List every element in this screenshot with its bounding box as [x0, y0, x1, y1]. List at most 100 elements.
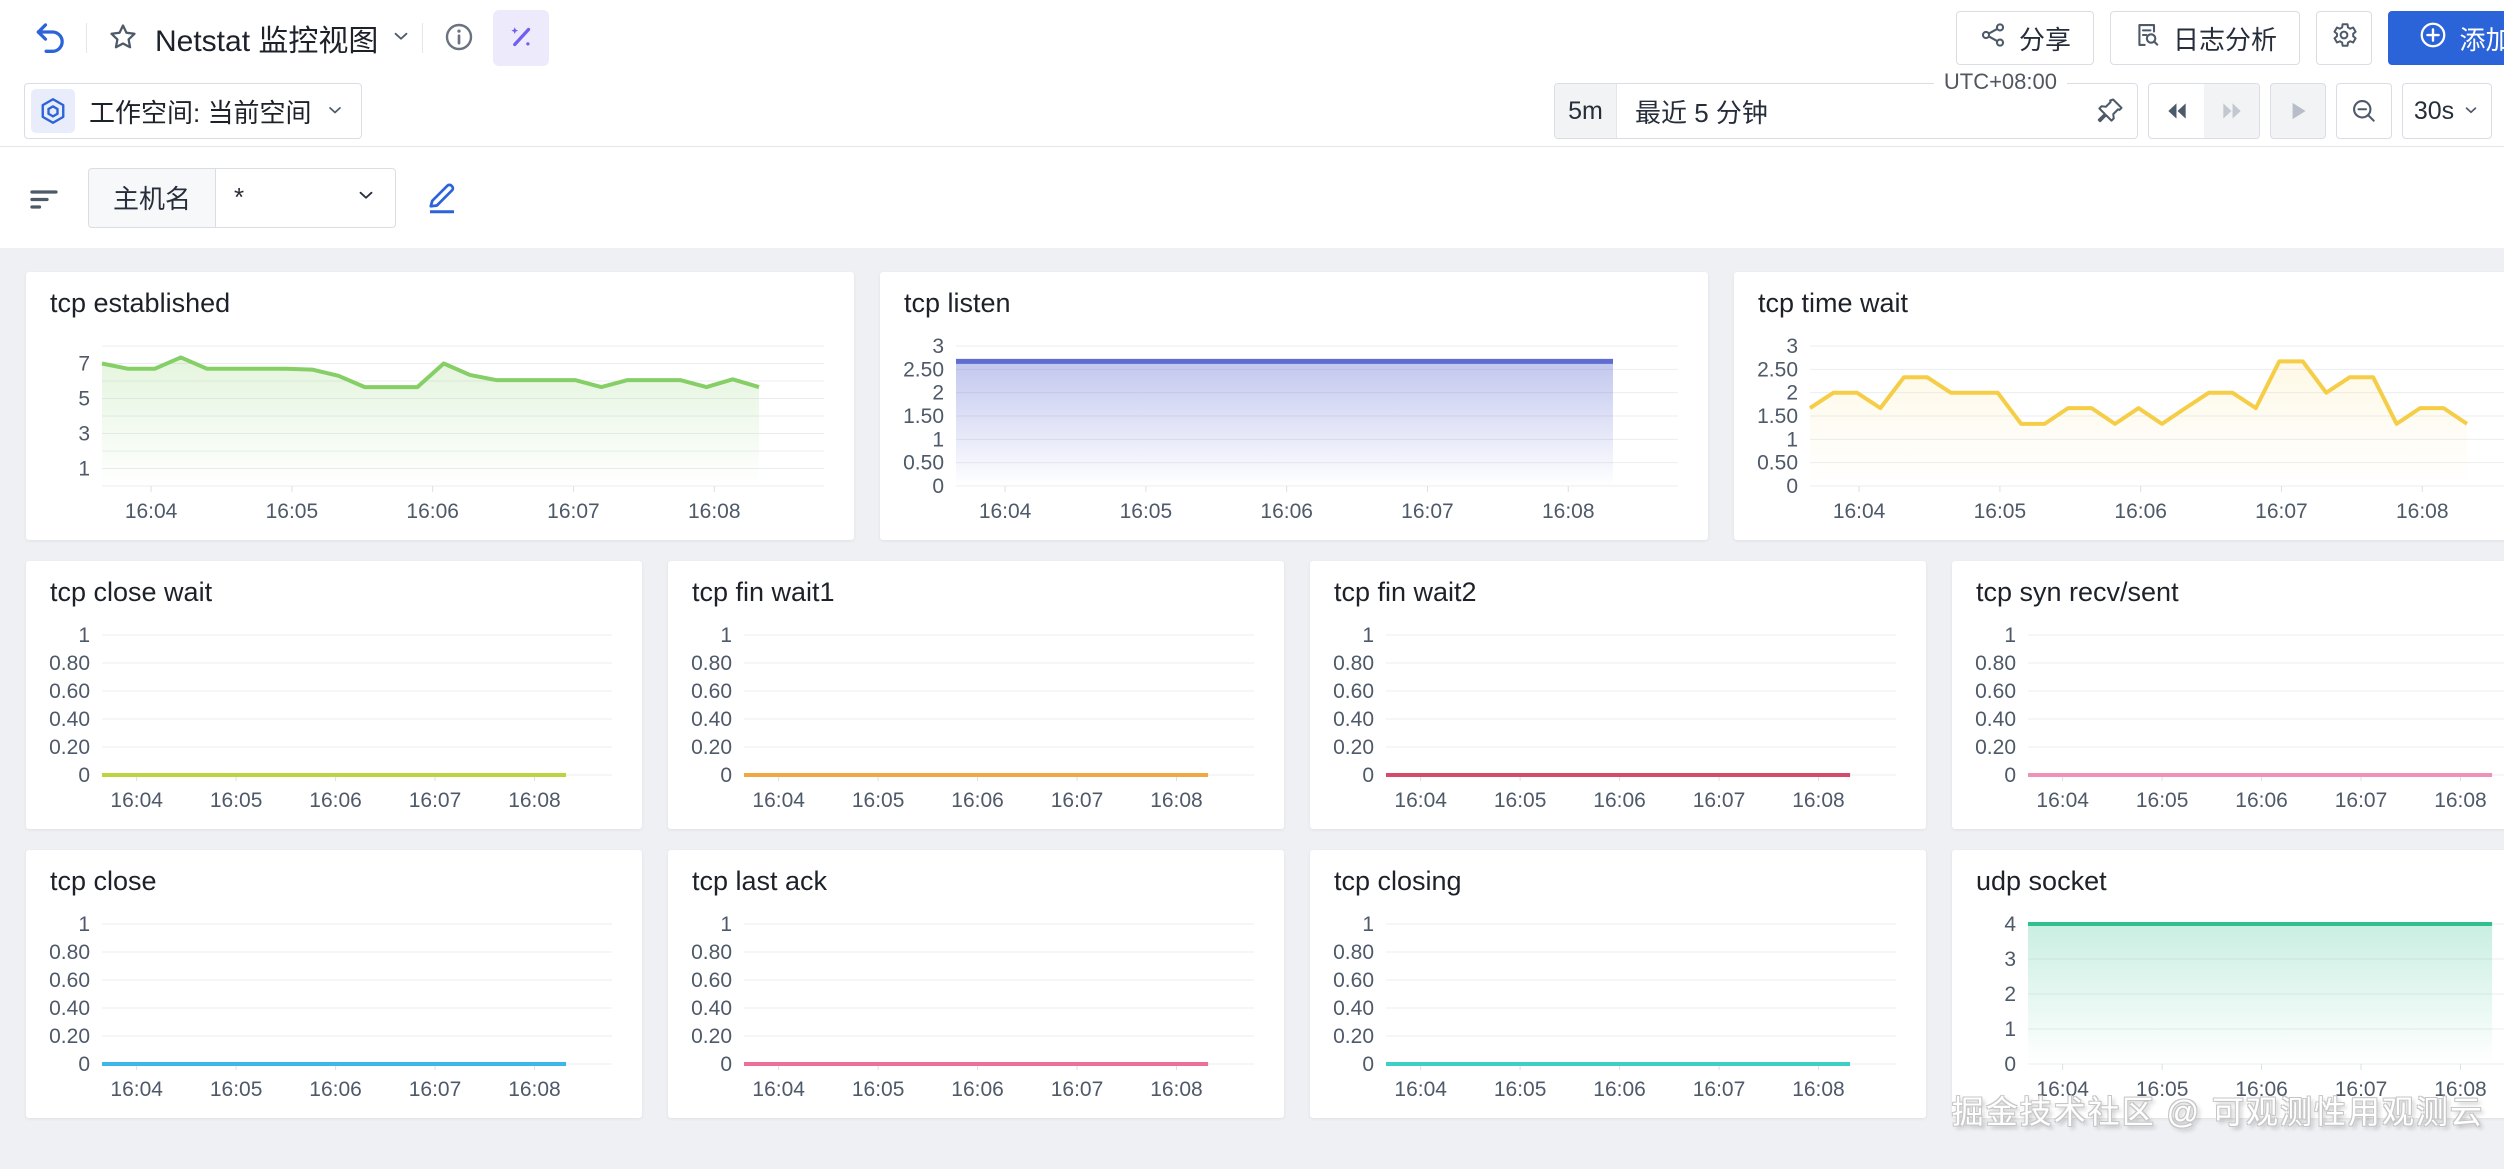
chart-card-udp-socket[interactable]: udp socket16:0416:0516:0616:0716:0843210: [1952, 850, 2504, 1118]
svg-text:16:07: 16:07: [1693, 789, 1746, 812]
info-button[interactable]: [433, 21, 485, 56]
svg-text:0.60: 0.60: [49, 969, 90, 992]
chart-card-tcp-fin-wait2[interactable]: tcp fin wait216:0416:0516:0616:0716:0810…: [1310, 561, 1926, 829]
chart-title: tcp established: [50, 288, 230, 319]
header-actions: 分享 日志分析 添加图表: [1956, 11, 2504, 65]
svg-text:0: 0: [2004, 1053, 2016, 1076]
svg-text:16:04: 16:04: [2036, 789, 2089, 812]
play-button[interactable]: [2270, 83, 2326, 139]
chevron-down-icon: [325, 96, 345, 127]
add-chart-button[interactable]: 添加图表: [2388, 11, 2504, 65]
info-icon: [443, 21, 475, 56]
time-range-badge: 5m: [1555, 84, 1617, 138]
chart-card-tcp-last-ack[interactable]: tcp last ack16:0416:0516:0616:0716:0810.…: [668, 850, 1284, 1118]
refresh-interval-select[interactable]: 30s: [2402, 83, 2492, 139]
time-range-picker[interactable]: UTC+08:00 5m 最近 5 分钟: [1554, 83, 2138, 139]
chart-title: tcp closing: [1334, 866, 1462, 897]
chart-card-tcp-closing[interactable]: tcp closing16:0416:0516:0616:0716:0810.8…: [1310, 850, 1926, 1118]
svg-text:16:06: 16:06: [309, 1078, 362, 1101]
svg-text:1: 1: [1786, 428, 1798, 451]
chart-card-tcp-syn-recv-sent[interactable]: tcp syn recv/sent16:0416:0516:0616:0716:…: [1952, 561, 2504, 829]
svg-text:2: 2: [932, 382, 944, 405]
share-button[interactable]: 分享: [1956, 11, 2094, 65]
log-analysis-button[interactable]: 日志分析: [2110, 11, 2300, 65]
svg-text:0.20: 0.20: [1333, 1025, 1374, 1048]
chart-card-tcp-established[interactable]: tcp established16:0416:0516:0616:0716:08…: [26, 272, 854, 540]
svg-text:1: 1: [2004, 1018, 2016, 1041]
favorite-star-button[interactable]: [97, 21, 149, 56]
share-icon: [1979, 21, 2007, 56]
svg-text:16:05: 16:05: [210, 789, 263, 812]
svg-text:0: 0: [932, 475, 944, 498]
svg-text:0: 0: [78, 764, 90, 787]
svg-text:16:07: 16:07: [547, 500, 600, 523]
plus-circle-icon: [2418, 20, 2448, 57]
svg-text:16:06: 16:06: [2114, 500, 2167, 523]
shift-forward-button[interactable]: [2204, 84, 2259, 138]
hostname-filter[interactable]: 主机名 *: [88, 168, 396, 228]
svg-text:0.80: 0.80: [49, 652, 90, 675]
pin-icon[interactable]: [2095, 96, 2125, 126]
svg-text:2: 2: [2004, 983, 2016, 1006]
svg-text:0: 0: [1362, 764, 1374, 787]
svg-text:16:05: 16:05: [852, 1078, 905, 1101]
svg-text:0.40: 0.40: [49, 997, 90, 1020]
svg-text:16:06: 16:06: [1593, 1078, 1646, 1101]
svg-text:0.20: 0.20: [691, 1025, 732, 1048]
svg-text:16:05: 16:05: [266, 500, 319, 523]
svg-text:1: 1: [720, 913, 732, 936]
svg-text:16:07: 16:07: [1051, 1078, 1104, 1101]
fast-forward-icon: [2219, 98, 2245, 124]
svg-text:1.50: 1.50: [903, 405, 944, 428]
dashboard-title-menu[interactable]: Netstat 监控视图: [155, 16, 412, 60]
chart-card-tcp-time-wait[interactable]: tcp time wait16:0416:0516:0616:0716:0832…: [1734, 272, 2504, 540]
svg-text:16:06: 16:06: [951, 1078, 1004, 1101]
svg-text:16:08: 16:08: [1150, 1078, 1203, 1101]
zoom-out-button[interactable]: [2336, 83, 2392, 139]
chart-card-tcp-listen[interactable]: tcp listen16:0416:0516:0616:0716:0832.50…: [880, 272, 1708, 540]
chart-card-tcp-close-wait[interactable]: tcp close wait16:0416:0516:0616:0716:081…: [26, 561, 642, 829]
star-icon: [107, 21, 139, 56]
time-shift-group: [2148, 83, 2260, 139]
svg-text:1: 1: [78, 458, 90, 481]
svg-text:16:08: 16:08: [1150, 789, 1203, 812]
svg-text:0.80: 0.80: [691, 652, 732, 675]
top-toolbar: Netstat 监控视图: [0, 0, 2504, 76]
svg-text:0.20: 0.20: [1333, 736, 1374, 759]
chevron-down-icon: [2462, 97, 2480, 126]
page-title: Netstat 监控视图: [155, 16, 378, 60]
sub-toolbar: 工作空间: 当前空间 UTC+08:00 5m 最近 5 分钟: [0, 76, 2504, 147]
svg-text:16:05: 16:05: [852, 789, 905, 812]
hostname-filter-text: *: [234, 182, 244, 213]
svg-text:0: 0: [720, 764, 732, 787]
svg-text:0.40: 0.40: [1333, 997, 1374, 1020]
svg-text:16:08: 16:08: [508, 1078, 561, 1101]
svg-text:0: 0: [1362, 1053, 1374, 1076]
ai-assistant-button[interactable]: [493, 10, 549, 66]
settings-button[interactable]: [2316, 11, 2372, 65]
svg-text:0.40: 0.40: [691, 997, 732, 1020]
shift-backward-button[interactable]: [2149, 84, 2204, 138]
svg-text:0.60: 0.60: [691, 680, 732, 703]
svg-text:16:05: 16:05: [1494, 789, 1547, 812]
edit-filter-button[interactable]: [424, 180, 460, 216]
chevron-down-icon: [355, 182, 377, 213]
svg-text:16:08: 16:08: [688, 500, 741, 523]
undo-arrow-icon: [32, 20, 66, 57]
chart-card-tcp-close[interactable]: tcp close16:0416:0516:0616:0716:0810.800…: [26, 850, 642, 1118]
dashboard-grid: tcp established 16:04 16:05 16:06 16:07 16:08…: [0, 248, 2504, 1118]
workspace-label: 工作空间: 当前空间: [89, 93, 311, 130]
svg-text:16:04: 16:04: [1394, 1078, 1447, 1101]
svg-text:16:06: 16:06: [1593, 789, 1646, 812]
chart-card-tcp-fin-wait1[interactable]: tcp fin wait116:0416:0516:0616:0716:0810…: [668, 561, 1284, 829]
svg-text:0.40: 0.40: [691, 708, 732, 731]
filter-icon[interactable]: [26, 180, 62, 216]
svg-text:16:06: 16:06: [951, 789, 1004, 812]
chart-title: udp socket: [1976, 866, 2107, 897]
svg-text:2.50: 2.50: [1757, 358, 1798, 381]
svg-text:0.50: 0.50: [1757, 452, 1798, 475]
hostname-filter-value[interactable]: *: [216, 168, 396, 228]
back-button[interactable]: [22, 20, 76, 57]
time-range-label: 最近 5 分钟: [1617, 93, 2095, 130]
workspace-selector[interactable]: 工作空间: 当前空间: [24, 83, 362, 139]
